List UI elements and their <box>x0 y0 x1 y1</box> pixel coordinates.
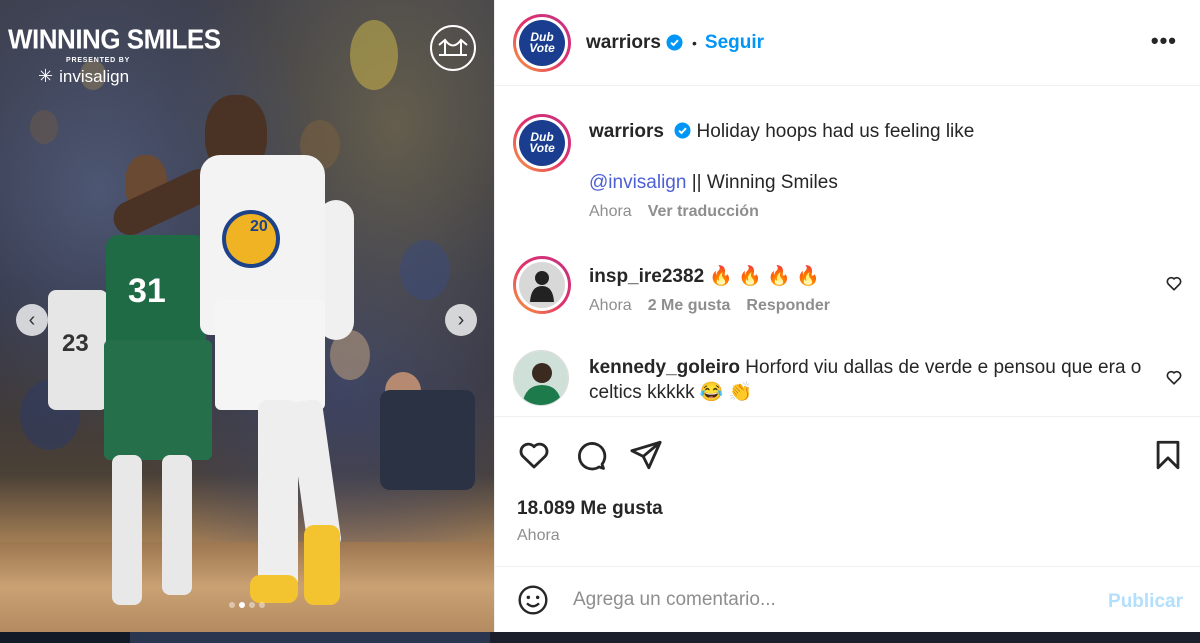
white-jersey-number: 20 <box>250 218 268 235</box>
player-green-leg <box>162 455 192 595</box>
header-username[interactable]: warriors <box>586 32 661 54</box>
post-media[interactable]: 23 31 20 WINNING SMILES PRESENTED BY ✳ i… <box>0 0 494 632</box>
carousel-dot[interactable] <box>249 602 255 608</box>
crowd-figure <box>350 20 398 90</box>
gray-jersey-number: 23 <box>62 330 89 357</box>
emoji-smiley-icon[interactable] <box>517 584 549 616</box>
caption-time: Ahora <box>589 203 632 220</box>
player-green-shorts <box>104 340 212 460</box>
caption: Dub Vote warriors Holiday hoops had us f… <box>513 114 1183 234</box>
separator-dot: • <box>691 34 697 51</box>
dub-the-vote-logo: Dub Vote <box>519 120 565 166</box>
post-header: Dub Vote warriors • Seguir ••• <box>495 0 1200 86</box>
comment-username[interactable]: insp_ire2382 <box>589 266 704 287</box>
follow-button[interactable]: Seguir <box>705 32 764 54</box>
brand-sponsor-name: invisalign <box>59 66 130 86</box>
player-green-leg <box>112 455 142 605</box>
winning-smiles-brand: WINNING SMILES PRESENTED BY ✳ invisalign <box>8 23 221 87</box>
green-jersey-number: 31 <box>128 272 166 310</box>
commenter-photo <box>519 262 565 308</box>
player-shoe <box>250 575 298 603</box>
golden-gate-bridge-logo-icon <box>430 25 476 71</box>
list-item: kennedy_goleiro Horford viu dallas de ve… <box>513 350 1183 416</box>
verified-badge-icon <box>666 34 683 51</box>
comment-time: Ahora <box>589 297 632 314</box>
comment-text: 🔥 🔥 🔥 🔥 <box>709 266 820 287</box>
verified-badge-icon <box>674 122 691 139</box>
court-floor <box>0 542 494 632</box>
avatar-text-line2: Vote <box>529 141 555 155</box>
list-item: insp_ire2382 🔥 🔥 🔥 🔥 Ahora 2 Me gusta Re… <box>513 256 1183 326</box>
player-white-shorts <box>215 300 325 410</box>
avatar[interactable]: Dub Vote <box>513 114 571 172</box>
dub-the-vote-logo: Dub Vote <box>519 19 565 66</box>
crowd-figure <box>400 240 450 300</box>
brand-title: WINNING SMILES <box>8 23 221 55</box>
avatar-text-line2: Vote <box>529 40 555 55</box>
caption-mention-link[interactable]: @invisalign <box>589 172 686 193</box>
sparkle-icon: ✳ <box>38 66 54 86</box>
comment-username[interactable]: kennedy_goleiro <box>589 357 740 378</box>
post-actions <box>495 418 1200 478</box>
avatar[interactable] <box>513 256 571 314</box>
share-paper-plane-icon[interactable] <box>629 438 663 472</box>
publish-button[interactable]: Publicar <box>1108 591 1183 613</box>
carousel-next-button[interactable]: › <box>445 304 477 336</box>
comment-likes-link[interactable]: 2 Me gusta <box>648 297 731 315</box>
add-comment-bar: Publicar <box>495 566 1200 632</box>
post-details-panel: Dub Vote warriors • Seguir ••• Dub Vote … <box>494 0 1200 632</box>
instagram-post: 23 31 20 WINNING SMILES PRESENTED BY ✳ i… <box>0 0 1200 632</box>
brand-presented-by: PRESENTED BY <box>66 57 131 64</box>
comment-bubble-icon[interactable] <box>573 438 607 472</box>
caption-text-line2: || Winning Smiles <box>686 172 838 193</box>
carousel-dot[interactable] <box>239 602 245 608</box>
post-time: Ahora <box>517 527 560 544</box>
page-bottom-strip <box>0 632 1200 643</box>
caption-username[interactable]: warriors <box>589 121 664 142</box>
like-comment-heart-icon[interactable] <box>1165 274 1183 292</box>
save-bookmark-icon[interactable] <box>1151 438 1185 472</box>
avatar[interactable] <box>513 350 569 406</box>
caption-text: Holiday hoops had us feeling like <box>696 121 975 142</box>
comments-list[interactable]: Dub Vote warriors Holiday hoops had us f… <box>495 86 1200 417</box>
brand-sponsor: ✳ invisalign <box>38 66 221 87</box>
more-options-icon[interactable]: ••• <box>1151 28 1177 54</box>
carousel-dot[interactable] <box>229 602 235 608</box>
referee <box>380 390 475 490</box>
avatar[interactable]: Dub Vote <box>513 13 571 72</box>
carousel-prev-button[interactable]: ‹ <box>16 304 48 336</box>
translate-button[interactable]: Ver traducción <box>648 203 759 221</box>
reply-button[interactable]: Responder <box>746 297 830 315</box>
likes-count[interactable]: 18.089 Me gusta <box>517 498 663 520</box>
crowd-figure <box>30 110 58 144</box>
carousel-dot[interactable] <box>259 602 265 608</box>
like-comment-heart-icon[interactable] <box>1165 368 1183 386</box>
comment-input[interactable] <box>573 583 1093 617</box>
player-shoe <box>304 525 340 605</box>
like-heart-icon[interactable] <box>517 438 551 472</box>
carousel-dots <box>0 602 494 608</box>
